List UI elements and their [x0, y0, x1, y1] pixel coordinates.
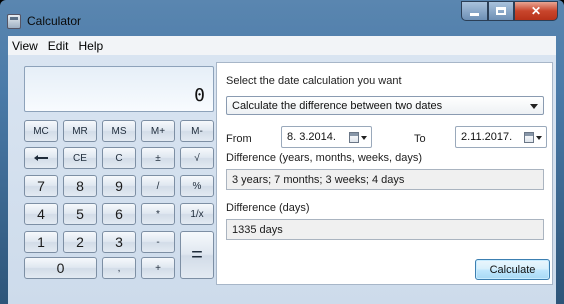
difference-days-value: 1335 days — [232, 224, 283, 236]
date-calculation-panel: Select the date calculation you want Cal… — [216, 62, 553, 285]
dropdown-arrow-icon — [361, 135, 367, 140]
m-minus-button[interactable]: M- — [180, 120, 214, 142]
backspace-arrow-icon — [34, 155, 48, 161]
calculation-mode-select[interactable]: Calculate the difference between two dat… — [226, 96, 544, 115]
backspace-button[interactable] — [24, 147, 58, 169]
sqrt-button[interactable]: √ — [180, 147, 214, 169]
equals-button[interactable]: = — [180, 231, 214, 279]
digit-5-button[interactable]: 5 — [63, 203, 97, 225]
difference-days-label: Difference (days) — [226, 202, 310, 214]
digit-6-button[interactable]: 6 — [102, 203, 136, 225]
to-calendar-button[interactable] — [524, 131, 542, 144]
calculator-body: 0 MC MR MS M+ M- CE C ± √ 7 8 9 / % 4 5 … — [8, 55, 556, 304]
menu-help[interactable]: Help — [78, 39, 103, 53]
menu-bar: View Edit Help — [8, 36, 556, 55]
calculate-button[interactable]: Calculate — [475, 259, 550, 280]
display: 0 — [24, 66, 214, 112]
percent-button[interactable]: % — [180, 175, 214, 197]
dropdown-arrow-icon — [536, 135, 542, 140]
menu-view[interactable]: View — [12, 39, 38, 53]
calculator-window: Calculator ✕ View Edit Help 0 MC MR MS M… — [0, 0, 564, 304]
calendar-icon — [524, 132, 534, 143]
digit-4-button[interactable]: 4 — [24, 203, 58, 225]
from-date-picker[interactable]: 8. 3.2014. — [281, 126, 372, 148]
digit-8-button[interactable]: 8 — [63, 175, 97, 197]
close-icon: ✕ — [530, 4, 542, 18]
calculator-app-icon — [7, 14, 21, 29]
mc-button[interactable]: MC — [24, 120, 58, 142]
calendar-icon — [349, 132, 359, 143]
from-date-value: 8. 3.2014. — [287, 131, 336, 143]
display-value: 0 — [194, 85, 205, 106]
window-title: Calculator — [27, 14, 82, 28]
digit-0-button[interactable]: 0 — [24, 257, 97, 279]
maximize-button[interactable] — [488, 1, 514, 21]
digit-7-button[interactable]: 7 — [24, 175, 58, 197]
dropdown-arrow-icon — [530, 104, 538, 109]
to-date-value: 2.11.2017. — [461, 131, 513, 143]
ce-button[interactable]: CE — [63, 147, 97, 169]
add-button[interactable]: + — [141, 257, 175, 279]
multiply-button[interactable]: * — [141, 203, 175, 225]
divide-button[interactable]: / — [141, 175, 175, 197]
reciprocal-button[interactable]: 1/x — [180, 203, 214, 225]
menu-edit[interactable]: Edit — [48, 39, 69, 53]
c-button[interactable]: C — [102, 147, 136, 169]
window-controls: ✕ — [461, 1, 558, 21]
minimize-icon — [470, 13, 479, 16]
mr-button[interactable]: MR — [63, 120, 97, 142]
decimal-button[interactable]: , — [102, 257, 136, 279]
minimize-button[interactable] — [461, 1, 488, 21]
digit-1-button[interactable]: 1 — [24, 231, 58, 253]
difference-result-field: 3 years; 7 months; 3 weeks; 4 days — [226, 169, 544, 190]
digit-3-button[interactable]: 3 — [102, 231, 136, 253]
digit-9-button[interactable]: 9 — [102, 175, 136, 197]
from-label: From — [226, 133, 252, 145]
to-date-picker[interactable]: 2.11.2017. — [455, 126, 547, 148]
difference-label: Difference (years, months, weeks, days) — [226, 152, 423, 164]
to-label: To — [414, 133, 426, 145]
maximize-icon — [496, 7, 506, 15]
subtract-button[interactable]: - — [141, 231, 175, 253]
close-button[interactable]: ✕ — [514, 1, 558, 21]
difference-days-field: 1335 days — [226, 219, 544, 240]
plus-minus-button[interactable]: ± — [141, 147, 175, 169]
difference-result-value: 3 years; 7 months; 3 weeks; 4 days — [232, 174, 405, 186]
title-bar[interactable]: Calculator ✕ — [0, 0, 564, 36]
date-calc-prompt: Select the date calculation you want — [226, 75, 402, 87]
digit-2-button[interactable]: 2 — [63, 231, 97, 253]
m-plus-button[interactable]: M+ — [141, 120, 175, 142]
from-calendar-button[interactable] — [349, 131, 367, 144]
ms-button[interactable]: MS — [102, 120, 136, 142]
calculation-mode-value: Calculate the difference between two dat… — [232, 100, 443, 112]
